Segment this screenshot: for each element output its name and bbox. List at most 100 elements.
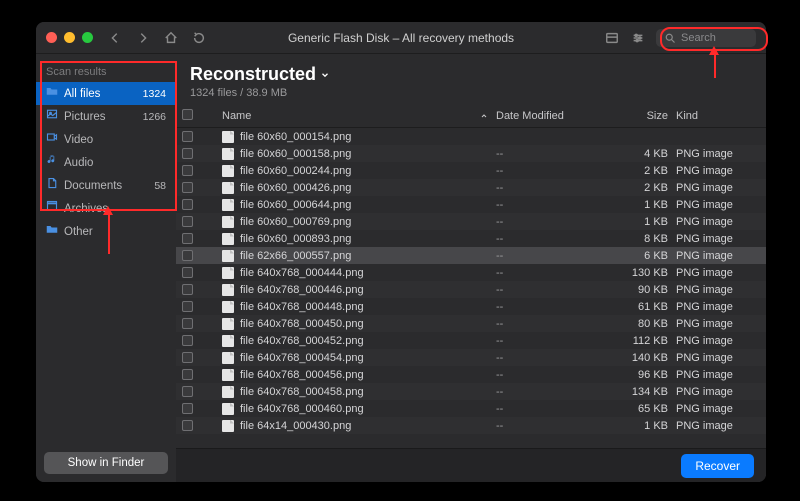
- row-checkbox[interactable]: [176, 386, 198, 397]
- table-row[interactable]: file 640x768_000446.png--90 KBPNG image: [176, 281, 766, 298]
- row-checkbox[interactable]: [176, 301, 198, 312]
- row-name: file 60x60_000644.png: [198, 199, 496, 211]
- row-name: file 640x768_000458.png: [198, 386, 496, 398]
- sidebar-item-audio[interactable]: Audio: [36, 151, 176, 174]
- row-kind: PNG image: [676, 233, 766, 245]
- search-icon: [664, 32, 676, 44]
- folder-icon: [46, 85, 58, 102]
- row-checkbox[interactable]: [176, 131, 198, 142]
- row-size: 65 KB: [606, 403, 676, 415]
- row-kind: PNG image: [676, 216, 766, 228]
- table-row[interactable]: file 640x768_000452.png--112 KBPNG image: [176, 332, 766, 349]
- row-date: --: [496, 199, 606, 211]
- file-icon: [222, 148, 234, 160]
- table-row[interactable]: file 64x14_000430.png--1 KBPNG image: [176, 417, 766, 434]
- search-box[interactable]: [656, 29, 756, 47]
- row-checkbox[interactable]: [176, 182, 198, 193]
- row-checkbox[interactable]: [176, 267, 198, 278]
- row-date: --: [496, 386, 606, 398]
- row-size: 112 KB: [606, 335, 676, 347]
- col-name[interactable]: Name: [198, 110, 496, 122]
- row-checkbox[interactable]: [176, 284, 198, 295]
- table-row[interactable]: file 640x768_000458.png--134 KBPNG image: [176, 383, 766, 400]
- col-kind[interactable]: Kind: [676, 110, 766, 122]
- row-checkbox[interactable]: [176, 165, 198, 176]
- table-row[interactable]: file 62x66_000557.png--6 KBPNG image: [176, 247, 766, 264]
- home-button[interactable]: [163, 30, 179, 46]
- row-checkbox[interactable]: [176, 403, 198, 414]
- row-name: file 62x66_000557.png: [198, 250, 496, 262]
- archive-icon: [46, 200, 58, 217]
- table-row[interactable]: file 640x768_000460.png--65 KBPNG image: [176, 400, 766, 417]
- zoom-window[interactable]: [82, 32, 93, 43]
- picture-icon: [46, 108, 58, 125]
- sidebar-item-label: All files: [64, 86, 100, 102]
- table-row[interactable]: file 60x60_000893.png--8 KBPNG image: [176, 230, 766, 247]
- refresh-button[interactable]: [191, 30, 207, 46]
- app-window: Generic Flash Disk – All recovery method…: [36, 22, 766, 482]
- col-date-modified[interactable]: Date Modified: [496, 110, 606, 122]
- close-window[interactable]: [46, 32, 57, 43]
- recover-button[interactable]: Recover: [681, 454, 754, 478]
- table-row[interactable]: file 60x60_000244.png--2 KBPNG image: [176, 162, 766, 179]
- table-row[interactable]: file 60x60_000769.png--1 KBPNG image: [176, 213, 766, 230]
- file-icon: [222, 318, 234, 330]
- sidebar: Scan results All files1324Pictures1266Vi…: [36, 54, 176, 482]
- show-in-finder-button[interactable]: Show in Finder: [44, 452, 168, 474]
- table-row[interactable]: file 60x60_000158.png--4 KBPNG image: [176, 145, 766, 162]
- section-title[interactable]: Reconstructed: [190, 64, 752, 85]
- sidebar-item-pictures[interactable]: Pictures1266: [36, 105, 176, 128]
- minimize-window[interactable]: [64, 32, 75, 43]
- table-row[interactable]: file 60x60_000644.png--1 KBPNG image: [176, 196, 766, 213]
- forward-button[interactable]: [135, 30, 151, 46]
- row-checkbox[interactable]: [176, 335, 198, 346]
- row-kind: PNG image: [676, 148, 766, 160]
- sidebar-item-other[interactable]: Other: [36, 220, 176, 243]
- document-icon: [46, 177, 58, 194]
- sidebar-item-video[interactable]: Video: [36, 128, 176, 151]
- row-checkbox[interactable]: [176, 369, 198, 380]
- row-kind: PNG image: [676, 199, 766, 211]
- row-size: 61 KB: [606, 301, 676, 313]
- row-name: file 60x60_000244.png: [198, 165, 496, 177]
- sidebar-item-label: Pictures: [64, 109, 106, 125]
- row-checkbox[interactable]: [176, 352, 198, 363]
- table-row[interactable]: file 640x768_000450.png--80 KBPNG image: [176, 315, 766, 332]
- row-size: 96 KB: [606, 369, 676, 381]
- view-options-button[interactable]: [604, 30, 620, 46]
- row-date: --: [496, 165, 606, 177]
- table-row[interactable]: file 60x60_000426.png--2 KBPNG image: [176, 179, 766, 196]
- back-button[interactable]: [107, 30, 123, 46]
- row-name: file 640x768_000444.png: [198, 267, 496, 279]
- row-date: --: [496, 216, 606, 228]
- row-checkbox[interactable]: [176, 233, 198, 244]
- file-list: file 60x60_000154.pngfile 60x60_000158.p…: [176, 128, 766, 448]
- row-checkbox[interactable]: [176, 216, 198, 227]
- row-date: --: [496, 284, 606, 296]
- row-checkbox[interactable]: [176, 250, 198, 261]
- row-checkbox[interactable]: [176, 148, 198, 159]
- col-size[interactable]: Size: [606, 110, 676, 122]
- select-all-checkbox[interactable]: [176, 109, 198, 123]
- sidebar-item-documents[interactable]: Documents58: [36, 174, 176, 197]
- row-checkbox[interactable]: [176, 318, 198, 329]
- sidebar-item-count: 58: [154, 178, 166, 194]
- audio-icon: [46, 154, 58, 171]
- search-input[interactable]: [681, 32, 751, 44]
- sidebar-item-label: Archives: [64, 201, 108, 217]
- table-row[interactable]: file 640x768_000456.png--96 KBPNG image: [176, 366, 766, 383]
- row-checkbox[interactable]: [176, 199, 198, 210]
- table-row[interactable]: file 60x60_000154.png: [176, 128, 766, 145]
- row-date: --: [496, 301, 606, 313]
- table-row[interactable]: file 640x768_000454.png--140 KBPNG image: [176, 349, 766, 366]
- table-row[interactable]: file 640x768_000448.png--61 KBPNG image: [176, 298, 766, 315]
- filter-button[interactable]: [630, 30, 646, 46]
- row-size: 130 KB: [606, 267, 676, 279]
- table-row[interactable]: file 640x768_000444.png--130 KBPNG image: [176, 264, 766, 281]
- row-date: --: [496, 267, 606, 279]
- other-icon: [46, 223, 58, 240]
- annotation-arrowhead-sidebar: [103, 206, 113, 215]
- row-checkbox[interactable]: [176, 420, 198, 431]
- row-name: file 640x768_000450.png: [198, 318, 496, 330]
- sidebar-item-all-files[interactable]: All files1324: [36, 82, 176, 105]
